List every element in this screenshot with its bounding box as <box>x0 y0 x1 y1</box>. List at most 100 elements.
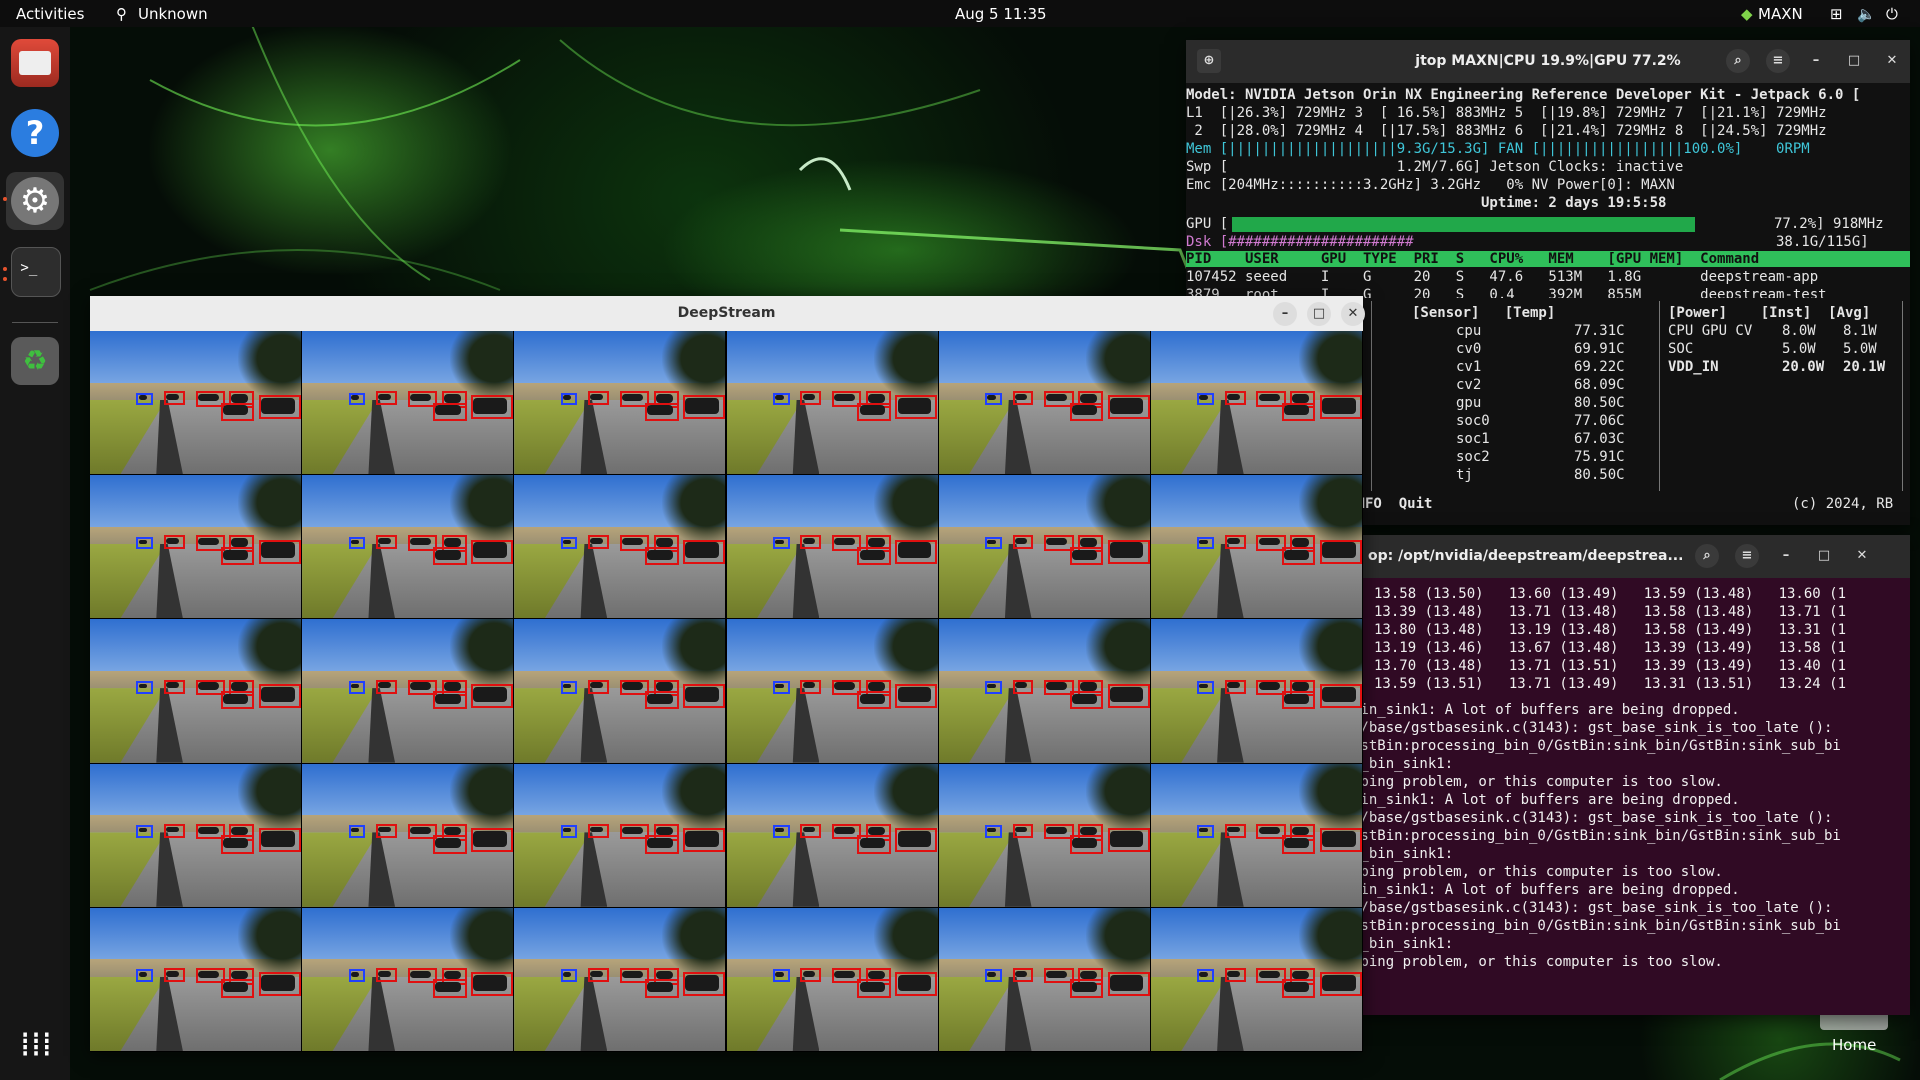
close-button[interactable]: ✕ <box>1880 49 1904 73</box>
detection-box <box>1107 395 1150 420</box>
search-icon[interactable]: ⌕ <box>1695 544 1719 568</box>
show-apps-grid-icon[interactable]: ⁞⁞⁞ <box>16 1025 56 1065</box>
scene-tree <box>1086 619 1150 689</box>
scene-tree <box>874 619 938 689</box>
video-stream-tile <box>938 475 1150 619</box>
home-folder-label[interactable]: Home <box>1832 1036 1876 1054</box>
detection-box <box>857 835 891 854</box>
detection-box <box>683 972 726 997</box>
activities-button[interactable]: Activities <box>16 5 84 23</box>
sensor-temp: 80.50C <box>1574 395 1625 411</box>
sensor-temp: 69.22C <box>1574 359 1625 375</box>
deepstream-titlebar[interactable]: DeepStream – □ ✕ <box>90 296 1365 331</box>
power-mode-indicator[interactable]: MAXN <box>1758 5 1803 23</box>
scene-tree <box>237 331 302 400</box>
detection-box <box>348 392 366 406</box>
process-row[interactable]: 107452 seeed I G 20 S 47.6 513M 1.8G dee… <box>1186 269 1818 285</box>
app-menu-label[interactable]: Unknown <box>138 5 208 23</box>
detection-box <box>1319 828 1362 853</box>
log-line: oin_sink1: A lot of buffers are being dr… <box>1352 792 1740 808</box>
files-icon[interactable] <box>11 39 59 87</box>
search-icon[interactable]: ⌕ <box>1726 49 1750 73</box>
detection-box <box>163 967 185 982</box>
detection-box <box>1319 395 1362 420</box>
detection-box <box>683 683 726 708</box>
log-line: nping problem, or this computer is too s… <box>1352 864 1723 880</box>
detection-box <box>895 395 938 420</box>
sensor-name: soc1 <box>1456 431 1490 447</box>
detection-box <box>683 539 726 564</box>
detection-box <box>1319 539 1362 564</box>
power-inst: 20.0W <box>1782 359 1825 375</box>
log-line: n_bin_sink1: <box>1352 846 1454 862</box>
video-stream-tile <box>726 475 938 619</box>
log-line: nping problem, or this computer is too s… <box>1352 774 1723 790</box>
power-avg: 20.1W <box>1843 359 1886 375</box>
volume-icon[interactable]: 🔈 <box>1857 5 1876 23</box>
network-icon[interactable]: ⊞ <box>1830 5 1843 23</box>
detection-box <box>348 825 366 838</box>
terminal-icon[interactable]: >_ <box>11 247 61 297</box>
detection-box <box>1281 546 1316 566</box>
detection-box <box>163 535 185 550</box>
help-icon[interactable]: ? <box>11 109 59 157</box>
detection-box <box>1224 967 1246 982</box>
scene-tree <box>1086 331 1150 400</box>
power-rail: SOC <box>1668 341 1694 357</box>
detection-box <box>1069 690 1104 710</box>
maximize-button[interactable]: □ <box>1812 544 1836 568</box>
log-line: GstBin:processing_bin_0/GstBin:sink_bin/… <box>1352 738 1841 754</box>
video-stream-tile <box>938 907 1150 1051</box>
detection-box <box>588 967 610 982</box>
log-line: :/base/gstbasesink.c(3143): gst_base_sin… <box>1352 810 1833 826</box>
video-stream-tile <box>302 475 514 619</box>
maximize-button[interactable]: □ <box>1307 302 1331 326</box>
sensor-name: tj <box>1456 467 1473 483</box>
menu-icon[interactable]: ≡ <box>1735 544 1759 568</box>
minimize-button[interactable]: – <box>1273 302 1297 326</box>
maximize-button[interactable]: □ <box>1842 49 1866 73</box>
sensor-name: cv2 <box>1456 377 1482 393</box>
detection-box <box>588 823 610 838</box>
menu-icon[interactable]: ≡ <box>1766 49 1790 73</box>
detection-box <box>220 402 255 421</box>
minimize-button[interactable]: – <box>1774 544 1798 568</box>
terminal-window: op: /opt/nvidia/deepstream/deepstrea... … <box>1350 535 1910 1015</box>
detection-box <box>645 546 679 566</box>
sensor-name: cpu <box>1456 323 1482 339</box>
clock[interactable]: Aug 5 11:35 <box>955 5 1047 23</box>
terminal-titlebar[interactable]: op: /opt/nvidia/deepstream/deepstrea... … <box>1350 535 1910 578</box>
video-stream-tile <box>1150 907 1362 1051</box>
detection-box <box>1012 679 1034 694</box>
sensor-header: [Sensor] [Temp] <box>1412 305 1556 321</box>
jtop-titlebar[interactable]: ⊕ jtop MAXN|CPU 19.9%|GPU 77.2% ⌕ ≡ – □ … <box>1186 40 1910 83</box>
detection-box <box>1197 825 1214 838</box>
power-icon[interactable]: ⏻ <box>1886 5 1898 23</box>
top-bar: Activities ⚲ Unknown Aug 5 11:35 ◆ MAXN … <box>0 0 1920 27</box>
disk-value: 38.1G/115G] <box>1776 234 1869 250</box>
detection-box <box>800 391 822 406</box>
power-inst: 5.0W <box>1782 341 1816 357</box>
video-stream-tile <box>90 619 302 763</box>
detection-box <box>560 969 578 982</box>
close-button[interactable]: ✕ <box>1850 544 1874 568</box>
minimize-button[interactable]: – <box>1804 49 1828 73</box>
detection-box <box>1069 979 1104 998</box>
scene-tree <box>237 907 302 977</box>
terminal-body[interactable]: 13.58 (13.50) 13.60 (13.49) 13.59 (13.48… <box>1350 578 1910 1015</box>
detection-box <box>985 825 1002 838</box>
trash-icon[interactable]: ♻ <box>11 337 59 385</box>
detection-box <box>376 679 397 694</box>
detection-box <box>1197 969 1214 982</box>
video-stream-tile <box>302 619 514 763</box>
detection-box <box>645 835 679 854</box>
scene-tree <box>237 619 302 689</box>
sensor-temp: 77.31C <box>1574 323 1625 339</box>
video-stream-tile <box>726 763 938 907</box>
footer-copyright: (c) 2024, RB <box>1792 496 1894 512</box>
cpu-line-1: L1 [|26.3%] 729MHz 3 [ 16.5%] 883MHz 5 [… <box>1186 105 1827 121</box>
scene-tree <box>662 763 726 833</box>
settings-icon[interactable]: ⚙ <box>11 177 59 225</box>
close-button[interactable]: ✕ <box>1341 302 1365 326</box>
gpu-bar-fill <box>1232 217 1696 232</box>
